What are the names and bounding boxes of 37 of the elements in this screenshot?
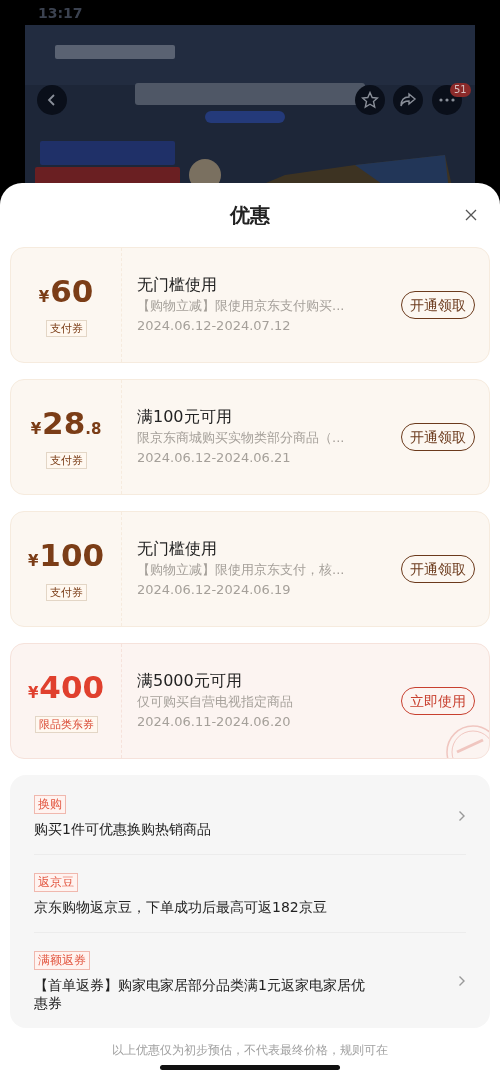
sheet-title: 优惠 bbox=[230, 201, 270, 229]
close-button[interactable] bbox=[464, 208, 478, 222]
perk-description: 【首单返券】购家电家居部分品类满1元返家电家居优惠券 bbox=[34, 976, 366, 1012]
chevron-right-icon[interactable] bbox=[458, 809, 466, 822]
coupon-title: 满100元可用 bbox=[137, 406, 233, 428]
disclaimer-text: 以上优惠仅为初步预估，不代表最终价格，规则可在 bbox=[112, 1042, 388, 1059]
coupon-type-tag: 支付券 bbox=[45, 319, 87, 337]
coupon-description: 【购物立减】限使用京东支付，核... bbox=[137, 561, 346, 579]
coupon-description: 限京东商城购买实物类部分商品（... bbox=[137, 429, 346, 447]
notification-badge: 51 bbox=[450, 83, 471, 97]
perk-description: 京东购物返京豆，下单成功后最高可返182京豆 bbox=[34, 898, 328, 916]
perk-description: 购买1件可优惠换购热销商品 bbox=[34, 820, 212, 838]
coupon-validity: 2024.06.12-2024.06.19 bbox=[137, 581, 292, 599]
coupon-title: 无门槛使用 bbox=[137, 274, 218, 296]
coupon-amount: ¥400 bbox=[27, 669, 105, 707]
perk-tag: 换购 bbox=[34, 795, 66, 814]
coupon-validity: 2024.06.12-2024.07.12 bbox=[137, 317, 292, 335]
perk-tag: 返京豆 bbox=[34, 873, 78, 892]
coupon-amount: ¥28.8 bbox=[30, 405, 102, 443]
coupon-type-tag: 支付券 bbox=[45, 583, 87, 601]
coupon-type-tag: 支付券 bbox=[45, 451, 87, 469]
coupon-amount: ¥60 bbox=[38, 273, 94, 311]
coupon-validity: 2024.06.11-2024.06.20 bbox=[137, 713, 292, 731]
chevron-right-icon[interactable] bbox=[458, 974, 466, 987]
more-icon bbox=[439, 98, 455, 102]
coupon-title: 满5000元可用 bbox=[137, 670, 243, 692]
coupon-amount: ¥100 bbox=[27, 537, 105, 575]
close-icon bbox=[464, 208, 478, 222]
coupon-validity: 2024.06.12-2024.06.21 bbox=[137, 449, 292, 467]
coupon-description: 仅可购买自营电视指定商品 bbox=[137, 693, 294, 711]
perk-tag: 满额返券 bbox=[34, 951, 90, 970]
status-time: 13:17 bbox=[38, 5, 83, 21]
coupon-description: 【购物立减】限使用京东支付购买... bbox=[137, 297, 346, 315]
coupon-type-tag: 限品类东券 bbox=[34, 715, 98, 733]
share-icon bbox=[399, 92, 417, 108]
coupon-title: 无门槛使用 bbox=[137, 538, 218, 560]
star-icon bbox=[361, 91, 379, 109]
